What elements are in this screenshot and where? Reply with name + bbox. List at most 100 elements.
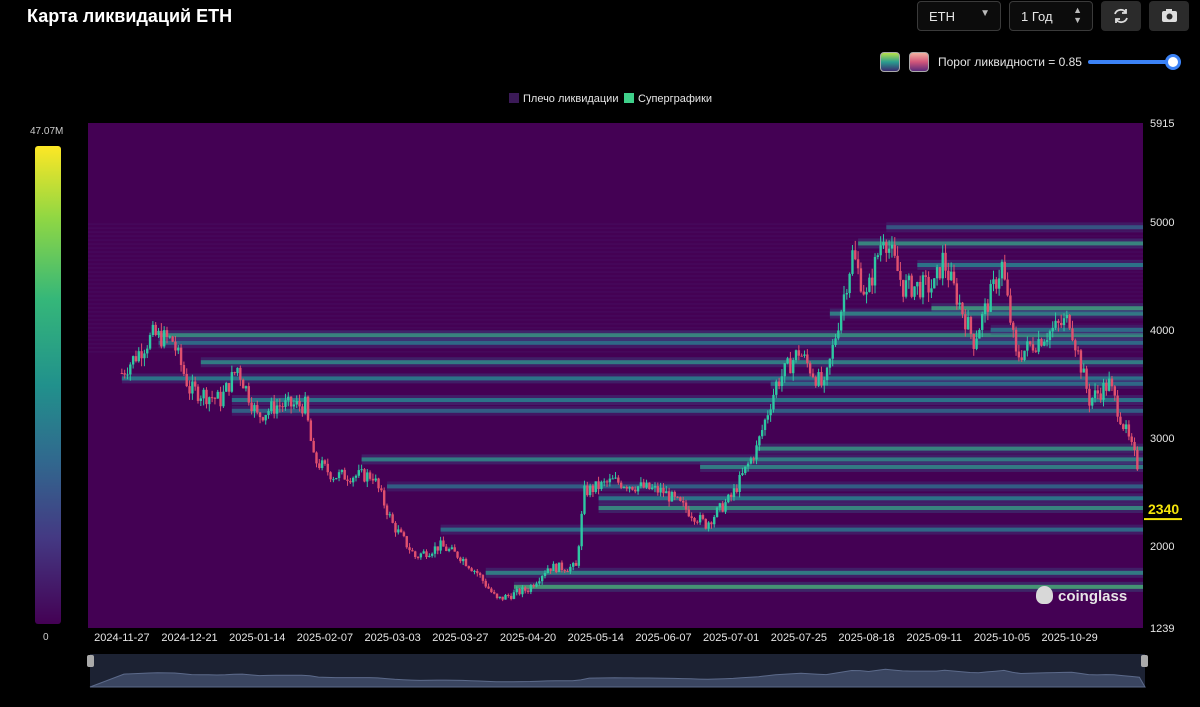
candle-body xyxy=(873,256,877,286)
candle-body xyxy=(315,452,318,464)
candle-body xyxy=(842,294,846,312)
candle-body xyxy=(769,409,772,416)
candle-body xyxy=(639,482,643,487)
candle-body xyxy=(524,587,527,591)
candle-body xyxy=(958,302,961,305)
candle-body xyxy=(1110,378,1114,387)
candle-body xyxy=(1043,341,1046,346)
candle-body xyxy=(349,480,352,483)
candle-body xyxy=(713,516,716,525)
candle-body xyxy=(504,595,507,600)
candle-body xyxy=(382,490,386,506)
candle-body xyxy=(304,396,307,414)
heatmap-texture-line xyxy=(88,251,1143,253)
candle-body xyxy=(673,491,676,497)
candle-body xyxy=(146,348,149,354)
candle-body xyxy=(1074,340,1077,351)
candle-body xyxy=(555,563,558,573)
candle-body xyxy=(930,288,933,293)
candle-body xyxy=(619,482,623,488)
candle-body xyxy=(1127,424,1131,437)
candle-body xyxy=(557,562,561,573)
candle-body xyxy=(910,275,913,297)
candle-body xyxy=(665,491,668,494)
candle-body xyxy=(270,401,273,412)
candle-body xyxy=(419,553,423,558)
candle-body xyxy=(1113,386,1116,396)
candle-body xyxy=(461,558,465,562)
heatmap-texture-line xyxy=(88,351,1143,353)
candle-body xyxy=(549,568,552,571)
candle-body xyxy=(402,532,406,537)
candle-body xyxy=(707,522,710,529)
candle-body xyxy=(1076,350,1080,352)
candle-body xyxy=(326,463,329,473)
candle-body xyxy=(162,330,166,347)
candle-body xyxy=(157,330,160,335)
candle-body xyxy=(1068,314,1071,329)
candle-body xyxy=(983,303,987,314)
candle-body xyxy=(292,404,296,407)
y-tick-label: 5000 xyxy=(1150,217,1174,229)
candle-body xyxy=(357,470,361,476)
candle-body xyxy=(165,330,169,337)
candle-body xyxy=(487,586,490,589)
candle-body xyxy=(473,570,476,572)
candle-body xyxy=(521,587,524,595)
candle-body xyxy=(529,585,533,592)
navigator-right-handle[interactable] xyxy=(1141,655,1148,667)
candle-body xyxy=(143,353,146,359)
candle-body xyxy=(1057,320,1060,323)
candle-body xyxy=(961,302,964,315)
candle-body xyxy=(690,516,693,518)
candle-body xyxy=(608,478,612,483)
candle-body xyxy=(275,405,279,414)
heatmap-texture-line xyxy=(88,279,1143,281)
navigator-left-handle[interactable] xyxy=(87,655,94,667)
heatmap-texture-line xyxy=(88,283,1143,285)
candle-body xyxy=(837,330,840,339)
candle-body xyxy=(710,522,713,525)
heatmap-texture-line xyxy=(88,291,1143,293)
candle-body xyxy=(820,372,823,386)
liquidation-heatmap-chart[interactable]: 5915 5000 4000 3000 2000 1239 2340 2024-11-27 2… xyxy=(0,0,1200,707)
candle-body xyxy=(171,336,174,342)
candle-body xyxy=(727,494,730,503)
candle-body xyxy=(377,478,380,489)
candle-body xyxy=(634,489,637,492)
candle-body xyxy=(583,485,586,514)
candle-body xyxy=(363,469,366,482)
candle-body xyxy=(949,271,953,281)
candle-body xyxy=(563,570,566,572)
candle-body xyxy=(887,248,891,253)
candle-body xyxy=(667,491,671,502)
candle-body xyxy=(394,522,397,533)
candle-body xyxy=(1079,350,1083,373)
candle-body xyxy=(772,394,775,410)
candle-body xyxy=(366,472,369,482)
candle-body xyxy=(732,488,736,498)
candle-body xyxy=(952,271,956,284)
candle-body xyxy=(698,515,702,523)
candle-body xyxy=(933,278,936,289)
candle-body xyxy=(749,458,753,464)
candle-body xyxy=(625,486,628,489)
candle-body xyxy=(789,358,792,374)
candle-body xyxy=(540,575,544,582)
x-tick-label: 2025-08-18 xyxy=(838,632,894,644)
candle-body xyxy=(662,487,665,494)
candle-body xyxy=(543,572,547,576)
candle-body xyxy=(766,415,770,420)
candle-body xyxy=(174,341,177,351)
x-tick-label: 2025-10-05 xyxy=(974,632,1030,644)
x-tick-label: 2025-04-20 xyxy=(500,632,556,644)
candle-body xyxy=(676,496,679,498)
candle-body xyxy=(594,481,597,492)
candle-body xyxy=(746,463,750,467)
candle-body xyxy=(351,477,355,483)
candle-body xyxy=(885,242,888,253)
candle-body xyxy=(225,383,228,392)
candle-body xyxy=(1096,390,1100,394)
candle-body xyxy=(704,518,707,529)
candle-body xyxy=(185,373,188,387)
